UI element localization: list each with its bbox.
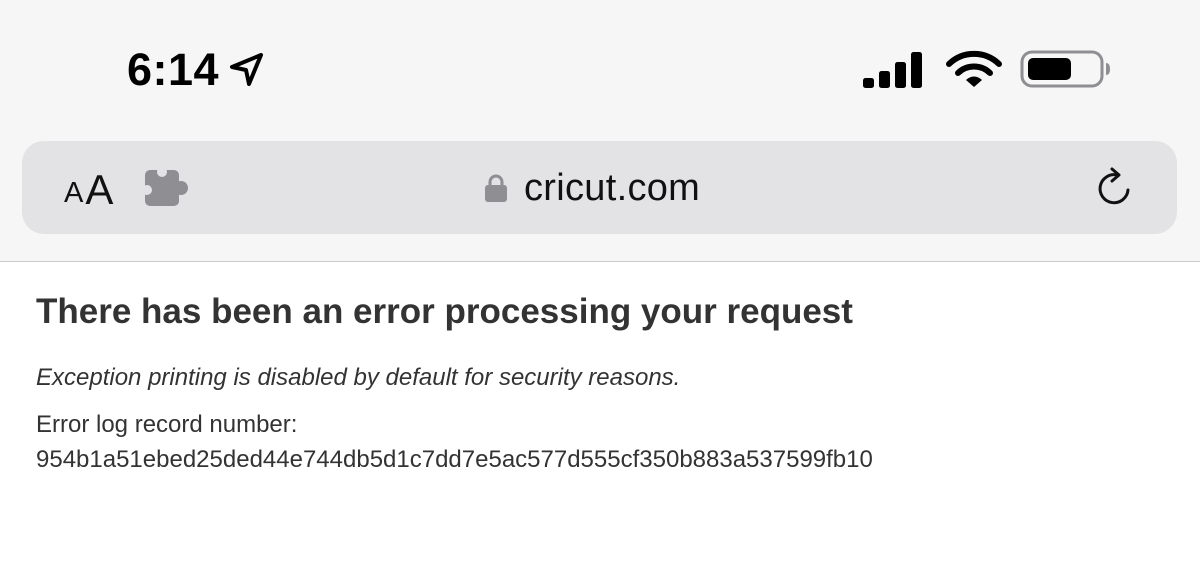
page-title: There has been an error processing your …	[36, 292, 853, 331]
error-note: Exception printing is disabled by defaul…	[36, 364, 681, 391]
url-field[interactable]: cricut.com	[484, 164, 700, 212]
status-time-group: 6:14	[127, 44, 267, 96]
text-size-small-glyph: A	[64, 177, 84, 209]
status-icons	[862, 48, 1112, 90]
text-size-large-glyph: A	[85, 166, 114, 213]
cellular-signal-icon	[863, 52, 922, 88]
browser-chrome: 6:14 A A cricut.com	[0, 0, 1200, 262]
error-log: Error log record number: 954b1a51ebed25d…	[36, 407, 1166, 477]
address-bar[interactable]: A A cricut.com	[22, 141, 1177, 234]
puzzle-piece-icon[interactable]	[144, 169, 190, 207]
text-size-button[interactable]: A A	[64, 165, 113, 211]
battery-icon	[1020, 50, 1110, 88]
page-content: There has been an error processing your …	[36, 285, 1166, 477]
status-time: 6:14	[127, 44, 220, 95]
url-text: cricut.com	[524, 167, 701, 209]
error-log-label: Error log record number:	[36, 411, 298, 438]
error-log-number: 954b1a51ebed25ded44e744db5d1c7dd7e5ac577…	[36, 446, 873, 473]
location-arrow-icon	[230, 53, 264, 86]
reload-icon[interactable]	[1092, 165, 1138, 211]
lock-icon	[485, 174, 507, 202]
wifi-icon	[946, 50, 1002, 87]
